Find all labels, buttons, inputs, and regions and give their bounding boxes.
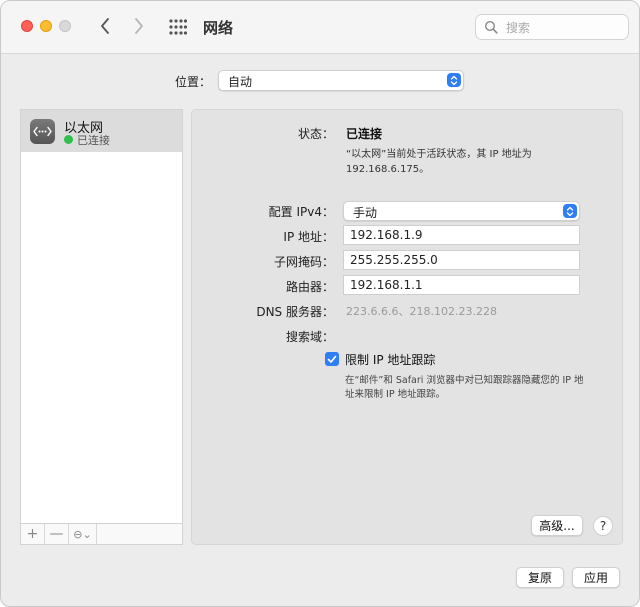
ipv4-value: 手动 — [353, 206, 378, 220]
minimize-window-button[interactable] — [40, 20, 52, 32]
search-field[interactable] — [475, 14, 629, 40]
service-detail-panel: 状态： 已连接 “以太网”当前处于活跃状态，其 IP 地址为 192.168.6… — [191, 109, 623, 545]
add-service-button[interactable]: + — [21, 524, 45, 544]
search-input[interactable] — [504, 18, 626, 38]
chevron-left-icon — [101, 18, 109, 34]
checkmark-icon — [327, 355, 337, 363]
network-preferences-window: 网络 位置： 自动 以太网 已连接 — [0, 0, 640, 607]
service-item-ethernet[interactable]: 以太网 已连接 — [21, 110, 182, 152]
close-window-button[interactable] — [21, 20, 33, 32]
service-status: 已连接 — [77, 134, 110, 147]
dns-server-value: 223.6.6.6、218.102.23.228 — [346, 305, 497, 318]
zoom-window-button[interactable] — [59, 20, 71, 32]
location-value: 自动 — [228, 75, 253, 89]
search-icon — [484, 20, 498, 34]
advanced-button[interactable]: 高级... — [531, 515, 583, 536]
subnet-mask-label: 子网掩码： — [273, 255, 334, 269]
chevron-right-icon — [135, 18, 143, 34]
remove-service-button[interactable]: — — [45, 524, 69, 544]
window-title: 网络 — [203, 19, 234, 37]
location-label: 位置： — [175, 75, 212, 89]
limit-ip-tracking-checkbox[interactable] — [325, 352, 339, 366]
dns-server-label: DNS 服务器： — [256, 305, 334, 319]
ipv4-label: 配置 IPv4： — [268, 205, 334, 219]
updown-chevron-icon — [563, 204, 577, 218]
subnet-mask-field[interactable]: 255.255.255.0 — [343, 250, 580, 270]
service-actions-button[interactable]: ⊖⌄ — [69, 524, 97, 544]
connected-status-dot — [64, 135, 73, 144]
title-bar: 网络 — [1, 1, 639, 54]
forward-button[interactable] — [127, 13, 151, 39]
grid-icon[interactable] — [169, 19, 187, 35]
router-field[interactable]: 192.168.1.1 — [343, 275, 580, 295]
sidebar-toolbar: + — ⊖⌄ — [21, 523, 182, 544]
configure-ipv4-popup[interactable]: 手动 — [343, 201, 580, 221]
updown-chevron-icon — [447, 73, 461, 87]
limit-ip-tracking-description: 在“邮件”和 Safari 浏览器中对已知跟踪器隐藏您的 IP 地址来限制 IP… — [345, 375, 584, 400]
status-description: “以太网”当前处于活跃状态，其 IP 地址为 192.168.6.175。 — [346, 149, 532, 175]
limit-ip-tracking-label: 限制 IP 地址跟踪 — [345, 353, 436, 367]
apply-button[interactable]: 应用 — [572, 567, 620, 588]
ip-address-label: IP 地址： — [283, 230, 334, 244]
status-value: 已连接 — [346, 127, 383, 141]
revert-button[interactable]: 复原 — [516, 567, 564, 588]
service-list: 以太网 已连接 + — ⊖⌄ — [20, 109, 183, 545]
search-domain-label: 搜索域： — [285, 330, 334, 344]
router-label: 路由器： — [285, 280, 334, 294]
ethernet-icon — [30, 119, 55, 144]
status-label: 状态： — [297, 127, 334, 141]
help-button[interactable]: ? — [593, 516, 613, 536]
back-button[interactable] — [93, 13, 117, 39]
location-popup[interactable]: 自动 — [218, 70, 464, 91]
ip-address-field[interactable]: 192.168.1.9 — [343, 225, 580, 245]
